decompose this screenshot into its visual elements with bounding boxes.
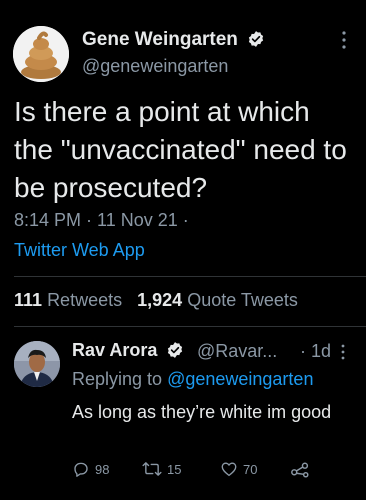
reply-text: As long as they’re white im good: [72, 402, 332, 422]
verified-badge-icon: [249, 31, 264, 47]
reply-icon: [74, 462, 88, 477]
like-count: 70: [243, 461, 258, 477]
author-name-text: Gene Weingarten: [82, 29, 238, 50]
more-options-icon[interactable]: [341, 30, 347, 50]
share-action-button[interactable]: [290, 460, 315, 478]
replying-to-link[interactable]: @geneweingarten: [167, 369, 313, 389]
tweet-text: Is there a point at which the "unvaccina…: [14, 96, 347, 203]
reply-author-name[interactable]: Rav Arora: [72, 340, 184, 361]
retweets-count: 111: [14, 290, 43, 310]
reply-action-button[interactable]: 98: [72, 460, 109, 478]
retweet-action-button[interactable]: 15: [142, 460, 181, 478]
reply-author-handle[interactable]: @Ravar...: [197, 341, 277, 362]
reply-avatar-photo: [14, 341, 60, 387]
verified-badge-icon: [168, 342, 183, 358]
more-options-icon[interactable]: [340, 343, 346, 361]
reply-time[interactable]: · 1d: [300, 341, 331, 362]
replying-prefix: Replying to: [72, 369, 163, 389]
tweet-timestamp[interactable]: 8:14 PM · 11 Nov 21 ·: [14, 210, 189, 231]
reply-author-name-text: Rav Arora: [72, 340, 158, 360]
divider: [14, 276, 366, 277]
like-icon: [221, 462, 237, 477]
tweet-source[interactable]: Twitter Web App: [14, 240, 145, 261]
retweets-label: Retweets: [47, 290, 123, 310]
tweet-stats: 111 Retweets 1,924 Quote Tweets: [14, 290, 298, 311]
author-avatar[interactable]: [13, 26, 69, 82]
quotes-count: 1,924: [137, 290, 183, 310]
poop-emoji-avatar: [13, 26, 69, 82]
replying-to: Replying to @geneweingarten: [72, 369, 313, 390]
quotes-label: Quote Tweets: [187, 290, 298, 310]
retweets-stat[interactable]: 111 Retweets: [14, 290, 127, 310]
divider: [14, 326, 366, 327]
retweet-count: 15: [167, 461, 182, 477]
quotes-stat[interactable]: 1,924 Quote Tweets: [137, 290, 298, 310]
share-icon: [291, 462, 309, 478]
reply-count: 98: [95, 461, 110, 477]
author-name[interactable]: Gene Weingarten: [82, 29, 265, 51]
reply-author-avatar[interactable]: [14, 341, 60, 387]
author-handle[interactable]: @geneweingarten: [82, 56, 228, 77]
retweet-icon: [142, 462, 162, 476]
like-action-button[interactable]: 70: [220, 460, 257, 478]
